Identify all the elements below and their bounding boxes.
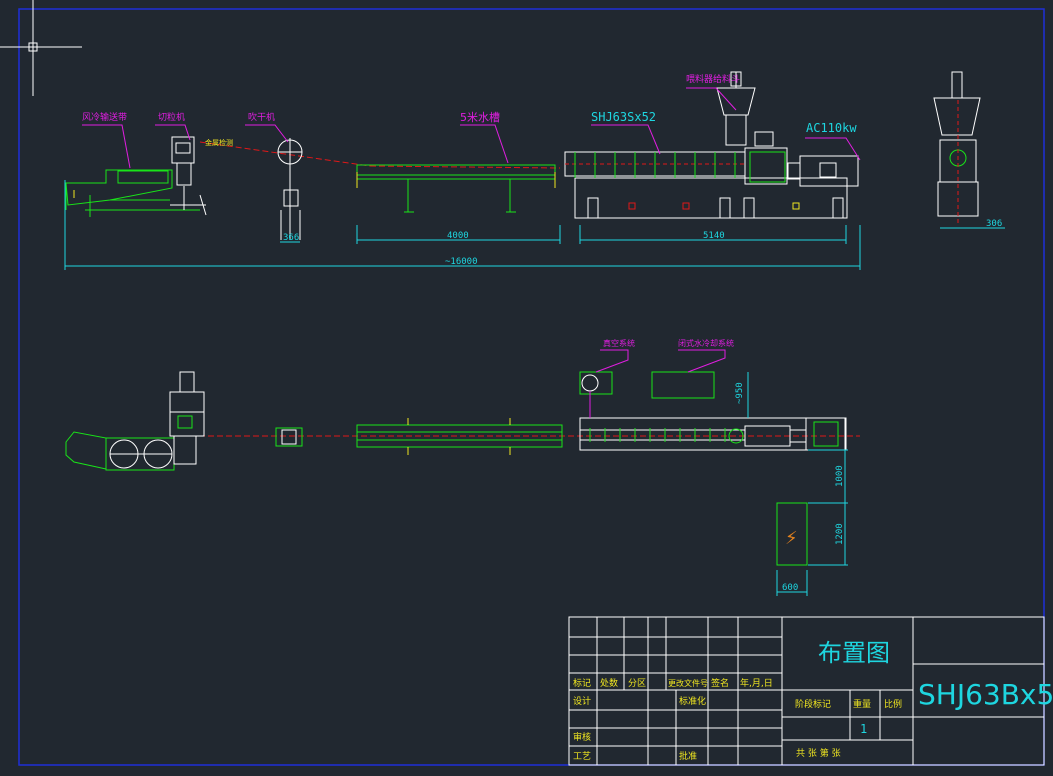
label-metal-detector: 金属检测	[205, 138, 233, 147]
scale-value: 1	[860, 722, 867, 736]
plan-conveyor	[65, 431, 197, 471]
header-date: 年,月,日	[740, 677, 773, 689]
plan-pelletizer	[169, 371, 205, 437]
lightning-icon: ⚡	[785, 528, 798, 549]
pelletizer	[170, 136, 207, 216]
header-change-doc: 更改文件号	[668, 678, 708, 688]
row-design: 设计	[573, 695, 591, 707]
label-stage-mark: 阶段标记	[795, 698, 831, 710]
header-signature: 签名	[711, 677, 729, 689]
dim-cabinet-width: 600	[782, 583, 798, 593]
water-tank	[356, 164, 556, 213]
row-review: 审核	[573, 731, 591, 743]
dim-dryer-width: 366	[283, 233, 299, 243]
row-process: 工艺	[573, 751, 591, 762]
label-extruder-model: SHJ63Sx52	[591, 110, 656, 124]
plan-water-tank	[356, 418, 563, 455]
dim-extruder-length: 5140	[703, 231, 725, 241]
extruder-barrel-segments	[574, 151, 800, 210]
cad-drawing-canvas[interactable]: 风冷输送带 切粒机 金属检测 吹干机 5米水槽 SHJ63Sx52 喂料器给料斗…	[0, 0, 1053, 776]
dim-tank-length: 4000	[447, 231, 469, 241]
label-feeder: 喂料器给料斗	[686, 73, 740, 85]
plan-dryer	[275, 427, 303, 447]
plan-dimension-lines	[747, 372, 848, 596]
label-water-cooling: 闭式水冷却系统	[678, 338, 734, 348]
label-dryer: 吹干机	[248, 111, 275, 123]
elevation-view: 风冷输送带 切粒机 金属检测 吹干机 5米水槽 SHJ63Sx52 喂料器给料斗…	[64, 71, 1005, 270]
cooling-conveyor	[65, 169, 200, 217]
header-mark: 标记	[573, 677, 591, 689]
title-block-headers: 标记 处数 分区 更改文件号 签名 年,月,日	[573, 677, 773, 689]
label-scale: 比例	[884, 698, 902, 710]
crosshair-cursor	[0, 0, 82, 96]
extruder	[564, 71, 859, 219]
header-count: 处数	[600, 677, 618, 689]
drawing-title: 布置图	[818, 639, 890, 667]
dim-1200: 1200	[835, 523, 845, 545]
dim-950: ~950	[735, 382, 745, 404]
sheet-info: 共 张 第 张	[796, 747, 841, 759]
label-approval: 批准	[679, 750, 697, 762]
side-view	[933, 71, 981, 225]
dim-side-width: 306	[986, 219, 1002, 229]
water-cooling-system	[651, 371, 715, 399]
dimension-lines	[64, 180, 1005, 270]
label-pelletizer: 切粒机	[158, 111, 185, 123]
header-zone: 分区	[628, 678, 646, 689]
vacuum-system	[579, 371, 613, 418]
label-water-tank: 5米水槽	[460, 111, 500, 124]
plan-leaders	[595, 349, 726, 373]
label-leaders	[82, 87, 861, 169]
dim-1000: 1000	[835, 465, 845, 487]
label-standardization: 标准化	[679, 695, 706, 707]
dim-total-length: ~16000	[445, 257, 478, 267]
drawing-model: SHJ63Bx52	[918, 678, 1053, 711]
label-weight: 重量	[853, 698, 871, 710]
label-cooling-conveyor: 风冷输送带	[82, 111, 127, 123]
plan-view: ⚡ 真空系统 闭式水冷却系统 ~950 1000 1200 600	[65, 338, 860, 596]
label-motor: AC110kw	[806, 121, 857, 135]
label-vacuum: 真空系统	[603, 338, 635, 348]
